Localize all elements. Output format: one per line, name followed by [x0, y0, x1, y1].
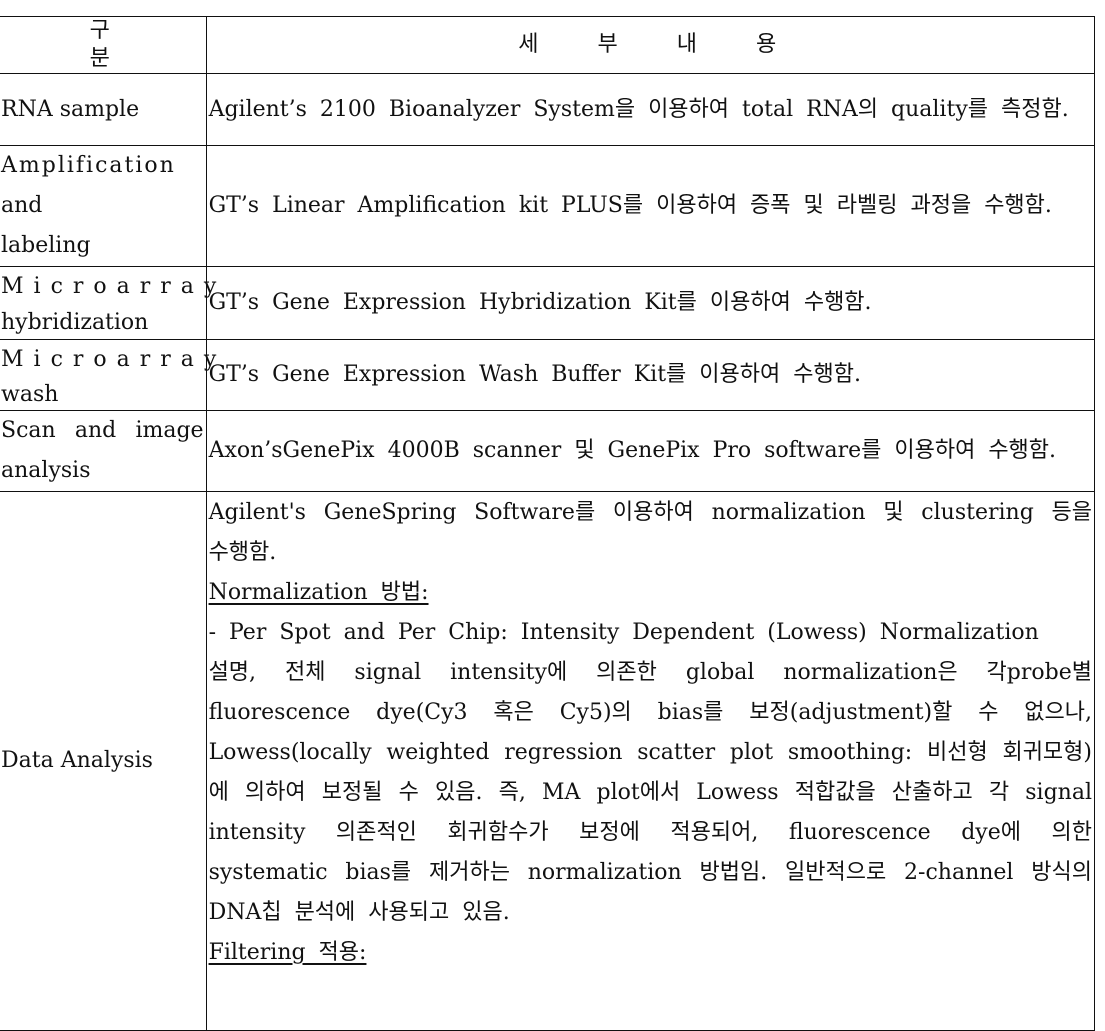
- category-text: Data Analysis: [1, 748, 153, 773]
- row-category: Data Analysis: [0, 491, 207, 1031]
- table-row: Microarray wash GT’s Gene Expression Was…: [0, 339, 1096, 411]
- row-category: Scan and image analysis: [0, 410, 207, 492]
- row-detail: Axon’sGenePix 4000B scanner 및 GenePix Pr…: [205, 410, 1096, 492]
- category-text: RNA sample: [1, 96, 140, 122]
- row-detail: GT’s Gene Expression Hybridization Kit를 …: [205, 266, 1096, 340]
- row-category: Amplification and labeling: [0, 145, 207, 267]
- row-category: Microarray hybridization: [0, 266, 227, 340]
- category-text: hybridization: [1, 310, 149, 335]
- detail-text: Agilent's GeneSpring Software를 이용하여 norm…: [208, 500, 1092, 565]
- normalization-method: - Per Spot and Per Chip: Intensity Depen…: [208, 620, 1039, 645]
- table-row: Microarray hybridization GT’s Gene Expre…: [0, 266, 1096, 340]
- category-text: labeling: [1, 233, 91, 258]
- row-detail: GT’s Linear Amplification kit PLUS를 이용하여…: [205, 145, 1096, 267]
- microarray-procedure-table: 구 분 세 부 내 용 RNA sample Agilent’s 2100 Bi…: [0, 16, 1096, 1031]
- header-detail: 세 부 내 용: [205, 16, 1096, 74]
- normalization-description: 설명, 전체 signal intensity에 의존한 global norm…: [208, 660, 1092, 925]
- table-row: Data Analysis Agilent's GeneSpring Softw…: [0, 491, 1096, 1031]
- category-text: Microarray: [1, 347, 227, 372]
- row-detail: Agilent's GeneSpring Software를 이용하여 norm…: [205, 491, 1096, 1031]
- table-row: Amplification and labeling GT’s Linear A…: [0, 145, 1096, 267]
- table-row: RNA sample Agilent’s 2100 Bioanalyzer Sy…: [0, 73, 1096, 146]
- detail-text: GT’s Gene Expression Wash Buffer Kit를 이용…: [208, 362, 861, 387]
- table-header-row: 구 분 세 부 내 용: [0, 16, 1096, 74]
- category-text: analysis: [1, 458, 91, 483]
- row-category: RNA sample: [0, 73, 207, 146]
- category-text: wash: [1, 382, 59, 407]
- detail-text: Axon’sGenePix 4000B scanner 및 GenePix Pr…: [208, 438, 1057, 463]
- category-text: Amplification: [1, 153, 176, 178]
- detail-text: GT’s Linear Amplification kit PLUS를 이용하여…: [208, 193, 1052, 218]
- detail-text: Agilent’s 2100 Bioanalyzer System을 이용하여 …: [208, 96, 1069, 122]
- category-text: and: [1, 193, 43, 218]
- category-text: Scan and image: [1, 418, 204, 443]
- row-detail: GT’s Gene Expression Wash Buffer Kit를 이용…: [205, 339, 1096, 411]
- table-row: Scan and image analysis Axon’sGenePix 40…: [0, 410, 1096, 492]
- filtering-heading: Filtering 적용:: [208, 940, 367, 965]
- header-category: 구 분: [0, 16, 207, 74]
- row-detail: Agilent’s 2100 Bioanalyzer System을 이용하여 …: [205, 73, 1096, 146]
- row-category: Microarray wash: [0, 339, 227, 411]
- normalization-heading: Normalization 방법:: [208, 580, 429, 605]
- detail-text: GT’s Gene Expression Hybridization Kit를 …: [208, 290, 872, 315]
- category-text: Microarray: [1, 274, 227, 299]
